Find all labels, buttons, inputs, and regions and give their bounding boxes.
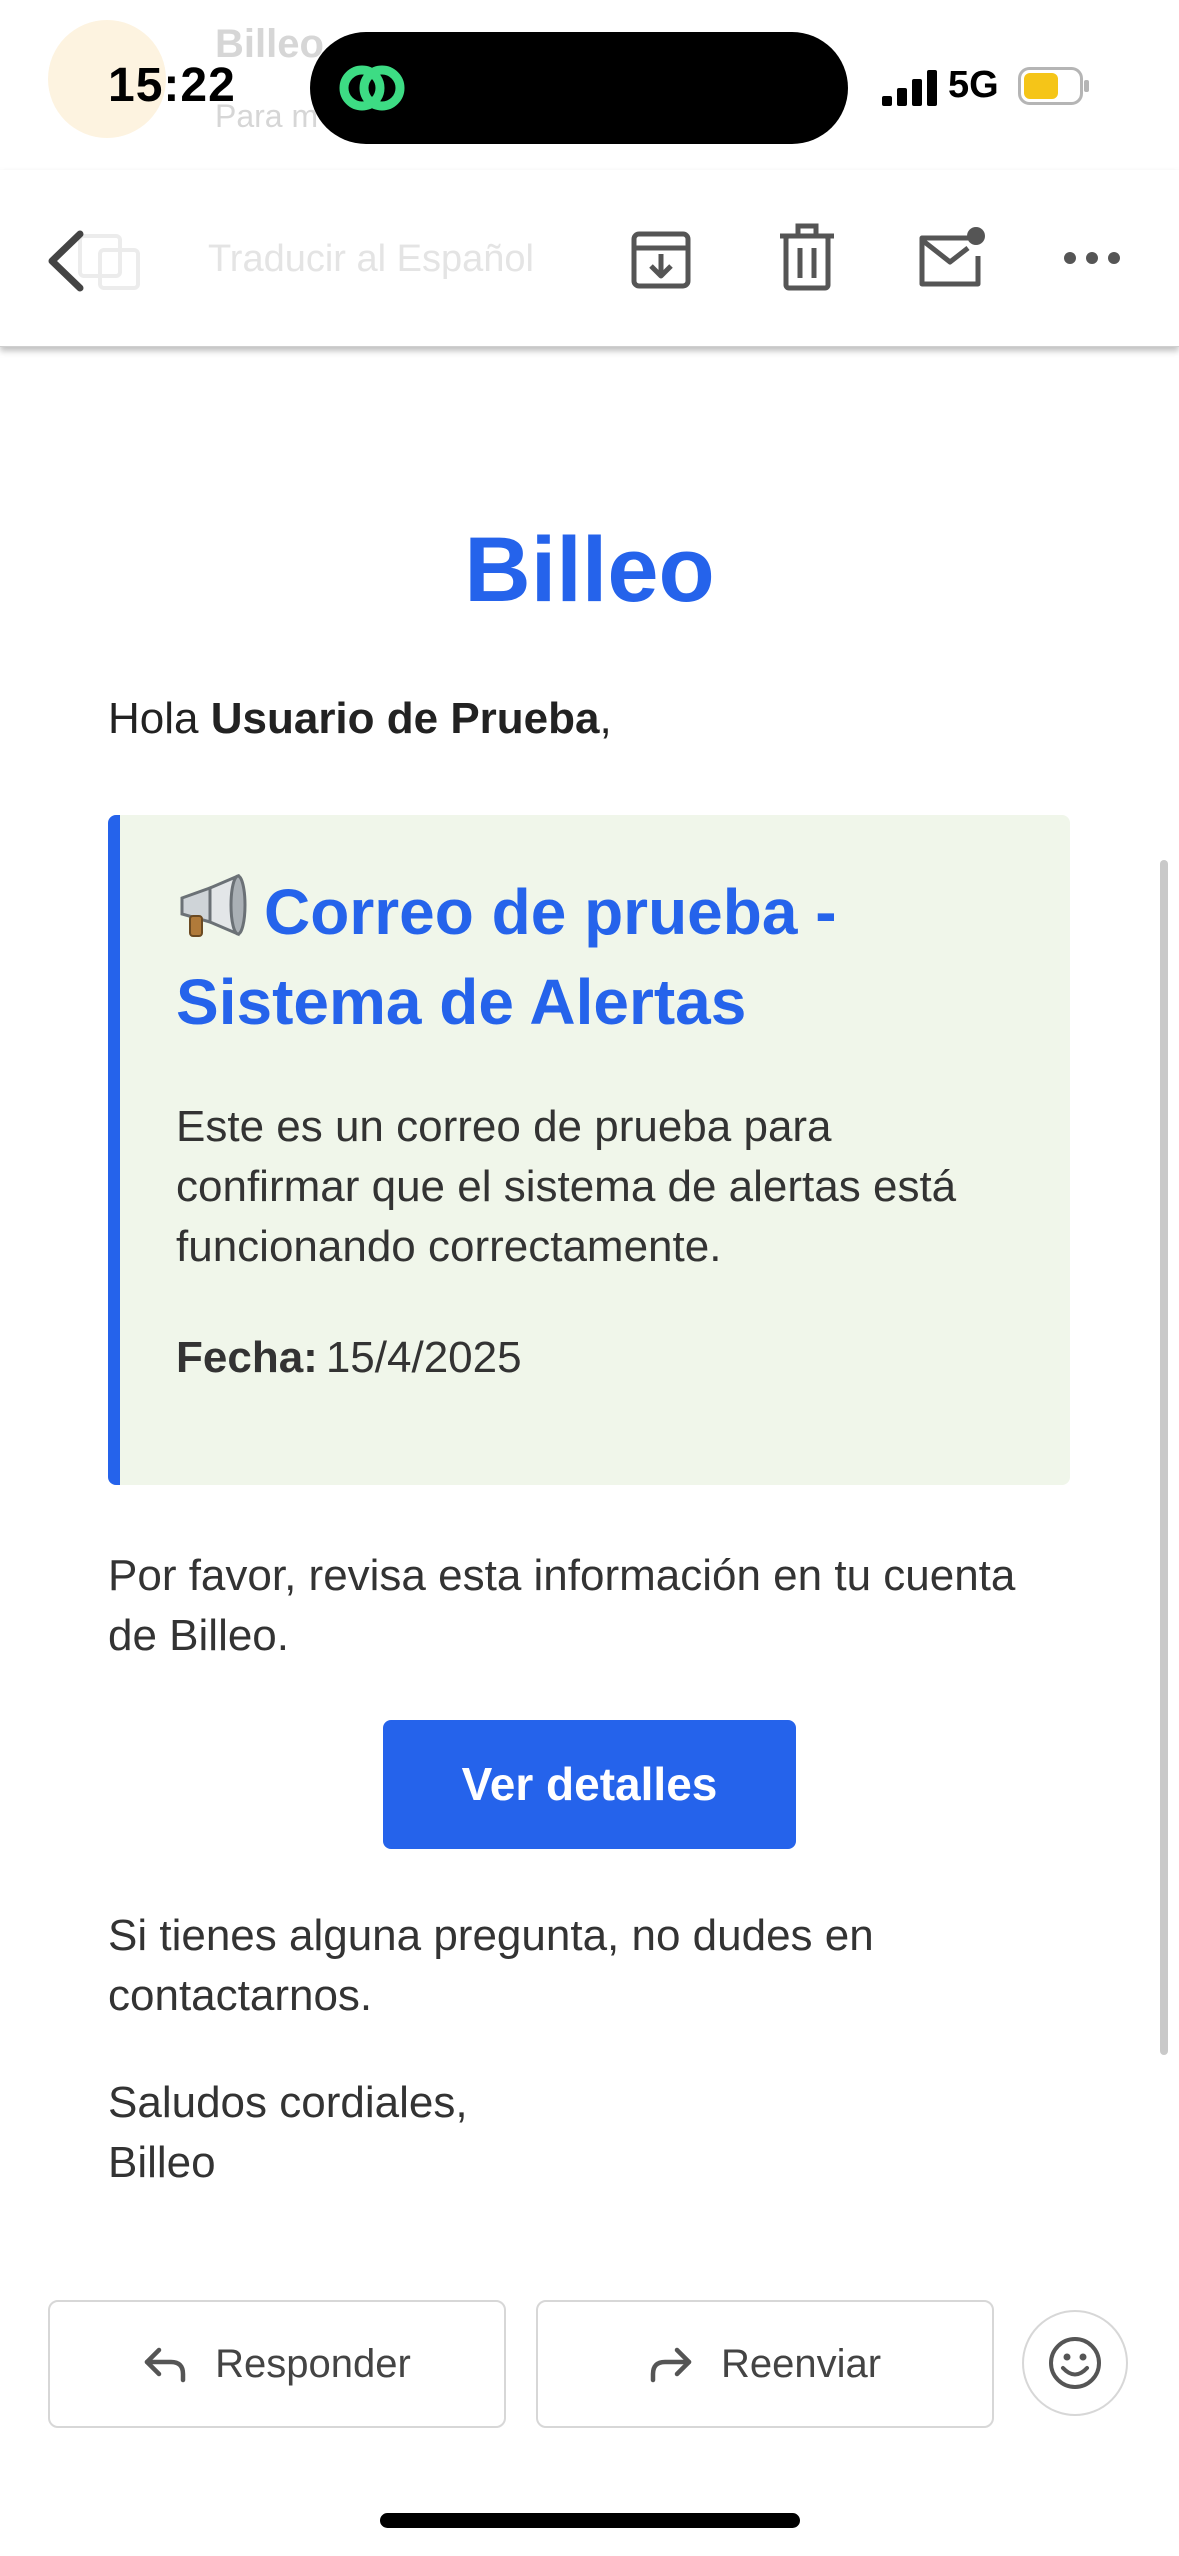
cellular-signal-icon xyxy=(882,70,937,106)
mark-unread-icon[interactable] xyxy=(916,226,988,290)
review-text: Por favor, revisa esta información en tu… xyxy=(108,1551,1016,1660)
alert-date: Fecha: 15/4/2025 xyxy=(176,1333,522,1383)
brand-title: Billeo xyxy=(464,519,715,621)
signoff-line-2: Billeo xyxy=(108,2138,216,2187)
greeting: Hola Usuario de Prueba, xyxy=(108,694,612,744)
emoji-smile-icon xyxy=(1049,2337,1101,2389)
forward-button[interactable]: Reenviar xyxy=(536,2300,994,2428)
alert-title: Correo de prueba - Sistema de Alertas xyxy=(176,867,996,1047)
email-toolbar: Traducir al Español xyxy=(0,170,1179,347)
greeting-name: Usuario de Prueba xyxy=(210,694,600,743)
home-indicator[interactable] xyxy=(380,2513,800,2528)
reply-button[interactable]: Responder xyxy=(48,2300,506,2428)
alert-title-text: Correo de prueba - Sistema de Alertas xyxy=(176,876,837,1038)
status-time: 15:22 xyxy=(108,59,236,112)
signoff-line-1: Saludos cordiales, xyxy=(108,2078,468,2127)
status-bar: Billeo Para m 15:22 5G xyxy=(0,0,1179,170)
more-horizontal-icon[interactable] xyxy=(1062,248,1122,268)
scrollbar[interactable] xyxy=(1160,860,1168,2055)
greeting-suffix: , xyxy=(599,694,612,743)
date-value: 15/4/2025 xyxy=(325,1333,522,1382)
forward-arrow-icon xyxy=(650,2347,692,2383)
signoff: Saludos cordiales, Billeo xyxy=(108,2073,1068,2193)
emoji-reaction-button[interactable] xyxy=(1022,2310,1128,2416)
battery-icon xyxy=(1018,67,1089,105)
alert-card: Correo de prueba - Sistema de Alertas Es… xyxy=(108,815,1070,1485)
archive-icon[interactable] xyxy=(628,226,694,292)
greeting-prefix: Hola xyxy=(108,694,211,743)
translate-link[interactable]: Traducir al Español xyxy=(208,238,534,281)
link-app-icon xyxy=(339,65,405,111)
network-type: 5G xyxy=(948,64,999,106)
date-label: Fecha: xyxy=(176,1333,318,1382)
view-details-button[interactable]: Ver detalles xyxy=(383,1720,796,1849)
chevron-left-icon[interactable] xyxy=(40,226,96,296)
alert-body: Este es un correo de prueba para confirm… xyxy=(176,1102,957,1271)
megaphone-icon xyxy=(180,874,247,937)
dynamic-island xyxy=(310,32,848,144)
questions-text: Si tienes alguna pregunta, no dudes en c… xyxy=(108,1911,874,2020)
reply-label: Responder xyxy=(215,2341,411,2386)
forward-label: Reenviar xyxy=(720,2341,882,2386)
trash-icon[interactable] xyxy=(774,222,840,292)
reply-arrow-icon xyxy=(144,2347,186,2383)
